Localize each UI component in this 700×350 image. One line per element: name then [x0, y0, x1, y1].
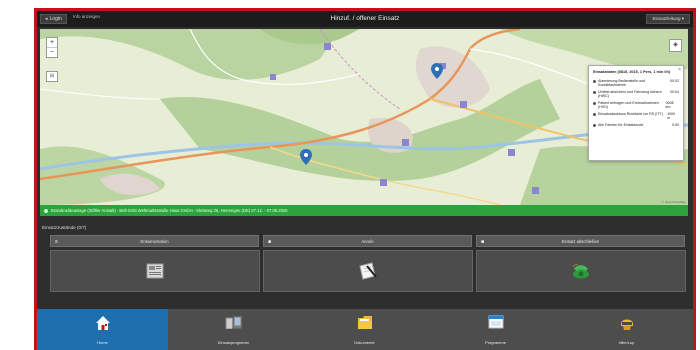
layers-icon[interactable]: ◈ [669, 39, 682, 52]
phone-icon [572, 264, 589, 279]
incident-status-text: Brandmeldeanlage (Stiftler Anstalt) - Be… [51, 208, 288, 213]
nav-programs[interactable]: Programme [430, 309, 561, 350]
close-incident-label: Einsatz abschließen [561, 239, 600, 244]
popup-row: Alarmierung Bedienstelle und Kontaktaufn… [593, 79, 679, 87]
incident-status-bar: Brandmeldeanlage (Stiftler Anstalt) - Be… [40, 205, 688, 216]
folder-icon [357, 316, 372, 329]
document-icon [146, 263, 164, 279]
bottom-nav: Home Einsatzprogramm Dokumente Programme… [37, 309, 693, 350]
top-bar: ◂ Login Info anzeigen Hinzuf. / offener … [37, 11, 693, 27]
home-icon [95, 316, 110, 330]
popup-row: Umfeld absichern und Fahrzeug sichern (H… [593, 90, 679, 98]
action-row: ≡ Dokumentation ■ Anrufe ■ Einsatz absch… [50, 235, 685, 247]
nav-documents-label: Dokumente [354, 340, 375, 345]
tile-row [50, 250, 686, 292]
notes-tile[interactable] [263, 250, 473, 292]
popup-title: Einsatzdaten (0815, 2015, 1 Pers, 1 min … [593, 70, 671, 74]
popup-row: Alle Fahrten für Einsatzende 0:00 [593, 123, 679, 127]
calls-label: Anrufe [361, 239, 374, 244]
documentation-label: Dokumentation [140, 239, 169, 244]
zoom-in-button[interactable]: + [47, 38, 57, 48]
nav-home[interactable]: Home [37, 309, 168, 350]
window-icon [488, 315, 503, 329]
page-title: Hinzuf. / offener Einsatz [330, 15, 400, 22]
helmet-icon [620, 319, 633, 330]
popup-row-value: 00:04 [670, 90, 679, 94]
popup-row-label: Patient befragen und Erstmaßnahmen (HVD) [593, 101, 666, 109]
documentation-tile[interactable] [50, 250, 260, 292]
list-icon: ≡ [55, 239, 58, 245]
nav-home-label: Home [97, 340, 108, 345]
popup-row-label: Einsatzabschluss Rückfahrt zur RS (ITT) [593, 112, 667, 120]
map-view[interactable]: + − ⊟ ◈ × Einsatzdaten (0815, 2015, 1 Pe… [40, 29, 688, 205]
popup-row-value: 0:00 [672, 123, 679, 127]
nav-help-label: Hilfe/Lup [618, 340, 635, 345]
zoom-out-button[interactable]: − [47, 48, 57, 57]
measure-icon[interactable]: ⊟ [46, 71, 58, 82]
nav-programs-label: Programme [485, 340, 506, 345]
map-popup: × Einsatzdaten (0815, 2015, 1 Pers, 1 mi… [588, 65, 684, 161]
nav-help[interactable]: Hilfe/Lup [561, 309, 692, 350]
section-label: Einsatzzustände (0/7) [42, 225, 87, 230]
square-icon: ■ [268, 239, 272, 245]
map-attribution[interactable]: © OpenStreetMap [662, 200, 686, 204]
status-dot-icon [44, 208, 48, 213]
app-window: ◂ Login Info anzeigen Hinzuf. / offener … [37, 11, 693, 350]
documentation-button[interactable]: ≡ Dokumentation [50, 235, 259, 247]
pen-paper-icon [359, 262, 377, 280]
popup-row-value: 00:02 [670, 79, 679, 83]
nav-documents[interactable]: Dokumente [299, 309, 430, 350]
user-menu-button[interactable]: Einsatzleitung ▾ [646, 14, 690, 24]
zoom-control: + − [46, 37, 58, 58]
popup-row-label: Umfeld absichern und Fahrzeug sichern (H… [593, 90, 668, 98]
phone-tile[interactable] [476, 250, 686, 292]
popup-row: Einsatzabschluss Rückfahrt zur RS (ITT) … [593, 112, 679, 120]
nav-einsatzprogramm-label: Einsatzprogramm [217, 340, 250, 345]
calls-button[interactable]: ■ Anrufe [263, 235, 472, 247]
devices-icon [225, 315, 242, 329]
popup-row-value: 1000 m [667, 112, 676, 120]
close-icon[interactable]: × [678, 67, 681, 73]
popup-row-label: Alarmierung Bedienstelle und Kontaktaufn… [593, 79, 668, 87]
square-icon: ■ [481, 239, 485, 245]
close-incident-button[interactable]: ■ Einsatz abschließen [476, 235, 685, 247]
popup-row-value: 0008 km [665, 101, 674, 109]
popup-row-label: Alle Fahrten für Einsatzende [593, 123, 668, 127]
nav-einsatzprogramm[interactable]: Einsatzprogramm [168, 309, 299, 350]
popup-row: Patient befragen und Erstmaßnahmen (HVD)… [593, 101, 679, 109]
